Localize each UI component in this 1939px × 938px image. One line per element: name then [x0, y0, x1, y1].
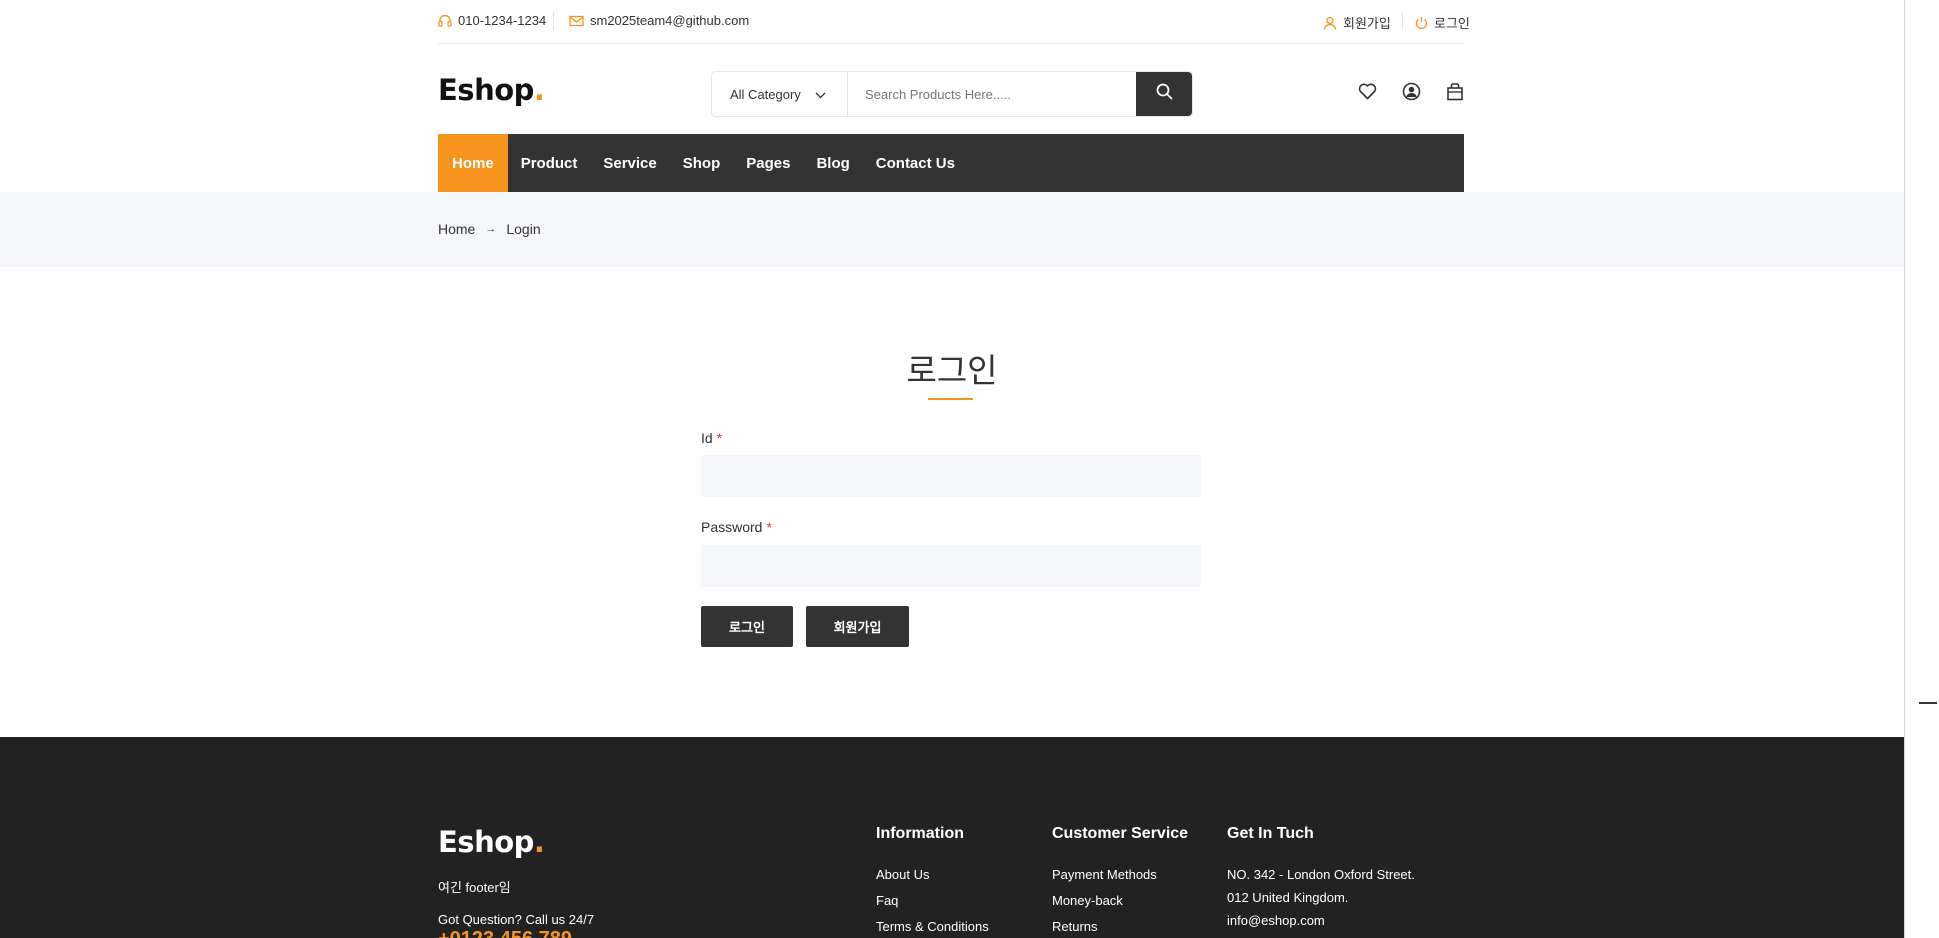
information-heading: Information	[876, 825, 964, 842]
nav-product[interactable]: Product	[508, 134, 591, 192]
footer-contact: Get In Tuch NO. 342 - London Oxford Stre…	[1227, 825, 1415, 936]
breadcrumb-bar: Home → Login	[0, 192, 1904, 267]
topbar-register-link[interactable]: 회원가입	[1323, 13, 1391, 32]
nav-home[interactable]: Home	[438, 134, 508, 192]
footer-link-terms[interactable]: Terms & Conditions	[876, 919, 989, 934]
register-text: 회원가입	[1343, 16, 1391, 31]
scrollbar[interactable]	[1904, 0, 1939, 938]
site-logo[interactable]: Eshop.	[438, 73, 545, 107]
breadcrumb-home[interactable]: Home	[438, 221, 475, 237]
customer-service-heading: Customer Service	[1052, 825, 1189, 842]
contact-address-line: NO. 342 - London Oxford Street.	[1227, 867, 1415, 882]
title-underline	[928, 398, 973, 400]
envelope-icon	[569, 15, 584, 27]
nav-blog[interactable]: Blog	[803, 134, 862, 192]
footer-logo-text: Eshop	[438, 825, 534, 859]
category-select[interactable]: All Category	[712, 72, 848, 116]
nav-service[interactable]: Service	[590, 134, 669, 192]
user-icon	[1323, 16, 1337, 30]
footer-phone[interactable]: +0123 456 789	[438, 928, 572, 938]
arrow-right-icon: →	[485, 223, 497, 235]
id-label-text: Id	[701, 430, 713, 446]
search-bar: All Category	[711, 71, 1193, 117]
topbar-divider	[553, 12, 554, 30]
topbar-login-link[interactable]: 로그인	[1415, 13, 1470, 32]
search-button[interactable]	[1136, 72, 1192, 116]
login-title: 로그인	[906, 352, 998, 389]
top-bar: 010-1234-1234 sm2025team4@github.com 회원가…	[438, 0, 1470, 44]
contact-heading: Get In Tuch	[1227, 825, 1314, 842]
topbar-phone[interactable]: 010-1234-1234	[438, 13, 546, 28]
login-button[interactable]: 로그인	[701, 606, 793, 647]
footer-link-payment[interactable]: Payment Methods	[1052, 867, 1188, 882]
required-mark: *	[766, 519, 772, 535]
footer-link-about[interactable]: About Us	[876, 867, 989, 882]
footer-customer-service: Customer Service Payment Methods Money-b…	[1052, 825, 1188, 938]
id-label: Id *	[701, 430, 722, 446]
nav-pages[interactable]: Pages	[733, 134, 803, 192]
footer-logo-dot: .	[533, 825, 545, 859]
contact-email[interactable]: info@eshop.com	[1227, 913, 1415, 928]
register-button[interactable]: 회원가입	[806, 606, 909, 647]
shopping-bag-icon[interactable]	[1444, 80, 1466, 102]
nav-shop[interactable]: Shop	[670, 134, 734, 192]
footer-logo[interactable]: Eshop.	[438, 825, 545, 859]
logo-text: Eshop	[438, 73, 534, 107]
main-nav: Home Product Service Shop Pages Blog Con…	[438, 134, 1464, 192]
wishlist-heart-icon[interactable]	[1356, 80, 1378, 102]
search-icon	[1156, 83, 1173, 105]
headset-icon	[438, 14, 452, 28]
contact-address-line: 012 United Kingdom.	[1227, 890, 1349, 905]
required-mark: *	[716, 430, 723, 446]
footer-link-money-back[interactable]: Money-back	[1052, 893, 1188, 908]
category-label: All Category	[730, 86, 801, 102]
footer-link-returns[interactable]: Returns	[1052, 919, 1188, 934]
footer-information: Information About Us Faq Terms & Conditi…	[876, 825, 989, 938]
footer: Eshop. 여긴 footer임 Got Question? Call us …	[0, 737, 1904, 938]
topbar-email[interactable]: sm2025team4@github.com	[569, 13, 749, 28]
password-field[interactable]	[701, 545, 1201, 587]
email-text: sm2025team4@github.com	[590, 13, 750, 28]
power-icon	[1415, 16, 1428, 30]
search-input[interactable]	[848, 72, 1136, 116]
page: 010-1234-1234 sm2025team4@github.com 회원가…	[0, 0, 1904, 938]
footer-link-faq[interactable]: Faq	[876, 893, 989, 908]
logo-dot: .	[533, 73, 545, 107]
login-text: 로그인	[1434, 16, 1470, 31]
nav-contact-us[interactable]: Contact Us	[863, 134, 968, 192]
footer-description: 여긴 footer임	[438, 880, 511, 895]
scroll-indicator	[1919, 702, 1937, 704]
phone-text: 010-1234-1234	[458, 13, 547, 28]
account-user-icon[interactable]	[1400, 80, 1422, 102]
breadcrumb-current: Login	[506, 221, 541, 237]
id-field[interactable]	[701, 455, 1201, 497]
password-label: Password *	[701, 519, 772, 535]
topbar-divider	[1402, 12, 1403, 30]
chevron-down-icon	[815, 87, 826, 102]
footer-question: Got Question? Call us 24/7	[438, 912, 595, 927]
password-label-text: Password	[701, 519, 763, 535]
breadcrumb: Home → Login	[438, 221, 541, 237]
